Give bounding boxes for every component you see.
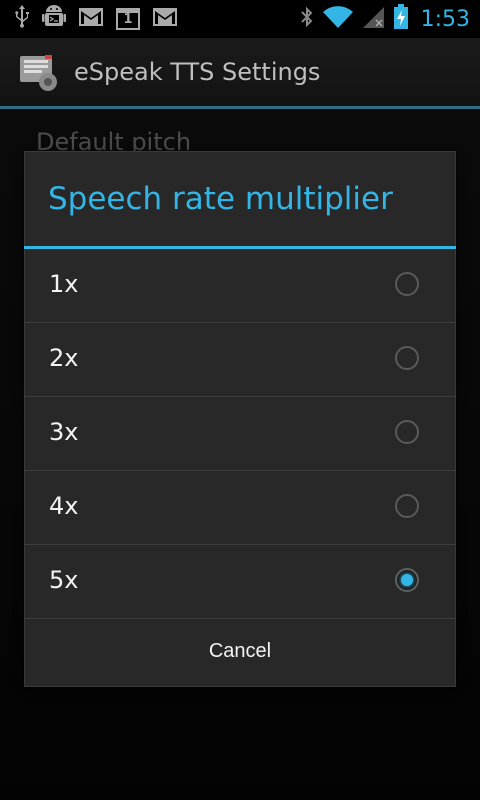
rate-option-1x[interactable]: 1x: [24, 249, 456, 323]
dialog-title: Speech rate multiplier: [48, 181, 393, 217]
radio-button[interactable]: [395, 272, 419, 296]
bluetooth-icon: [299, 5, 315, 33]
rate-option-3x[interactable]: 3x: [24, 397, 456, 471]
option-label: 4x: [49, 492, 79, 520]
usb-icon: [14, 5, 30, 33]
rate-option-2x[interactable]: 2x: [24, 323, 456, 397]
status-clock: 1:53: [420, 6, 470, 32]
radio-button-checked[interactable]: [395, 568, 419, 592]
gmail-icon: [152, 7, 178, 31]
wifi-icon: [322, 5, 353, 33]
calendar-icon: 1: [116, 8, 140, 30]
signal-icon: [361, 5, 385, 33]
android-debug-icon: [42, 4, 66, 34]
rate-option-5x[interactable]: 5x: [24, 545, 456, 619]
cancel-button[interactable]: Cancel: [24, 615, 456, 687]
espeak-app-icon[interactable]: [18, 52, 60, 94]
calendar-day: 1: [123, 12, 133, 27]
system-icons: 1:53: [299, 4, 470, 34]
gmail-icon: [78, 7, 104, 31]
option-label: 2x: [49, 344, 79, 372]
battery-charging-icon: [393, 4, 409, 34]
notification-icons: 1: [14, 4, 178, 34]
speech-rate-dialog: Speech rate multiplier 1x 2x 3x 4x 5x Ca…: [24, 151, 456, 687]
app-title: eSpeak TTS Settings: [74, 58, 321, 86]
radio-button[interactable]: [395, 346, 419, 370]
status-bar: 1 1:53: [0, 0, 480, 38]
option-label: 1x: [49, 270, 79, 298]
rate-options-list: 1x 2x 3x 4x 5x: [24, 249, 456, 619]
option-label: 3x: [49, 418, 79, 446]
rate-option-4x[interactable]: 4x: [24, 471, 456, 545]
radio-button[interactable]: [395, 420, 419, 444]
option-label: 5x: [49, 566, 79, 594]
action-bar: eSpeak TTS Settings: [0, 38, 480, 106]
radio-button[interactable]: [395, 494, 419, 518]
